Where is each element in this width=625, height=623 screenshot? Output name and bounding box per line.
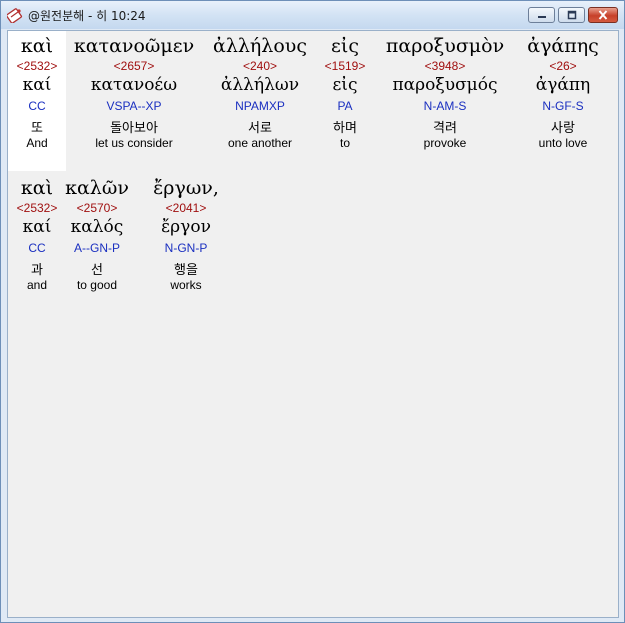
title-bar[interactable]: @원전분해 - 히 10:24 — [1, 1, 624, 29]
parsing-code: N-AM-S — [423, 99, 467, 113]
minimize-button[interactable] — [528, 7, 555, 23]
korean-gloss: 격려 — [433, 121, 457, 136]
english-gloss: provoke — [423, 136, 467, 150]
window-title: @원전분해 - 히 10:24 — [28, 9, 146, 23]
greek-word: κατανοῶμεν — [73, 35, 195, 57]
strong-number[interactable]: <26> — [497, 59, 625, 73]
greek-word: ἔργων, — [153, 177, 219, 199]
close-button[interactable] — [588, 7, 618, 23]
parsing-code: N-GF-S — [542, 99, 584, 113]
maximize-button[interactable] — [558, 7, 585, 23]
strong-number[interactable]: <2657> — [69, 59, 199, 73]
korean-gloss: 사랑 — [551, 121, 575, 136]
strong-number[interactable]: <2041> — [121, 201, 251, 215]
maximize-icon — [567, 10, 576, 20]
analysis-pane: καὶ <2532> καί CC 또 And κατανοῶμεν <2657… — [7, 30, 619, 618]
english-gloss: let us consider — [95, 136, 173, 150]
korean-gloss: 행을 — [174, 263, 198, 278]
korean-gloss: 돌아보아 — [110, 121, 158, 136]
app-icon — [7, 8, 23, 23]
strong-number[interactable]: <3948> — [380, 59, 510, 73]
lemma: ἔργον — [161, 217, 211, 237]
app-window: @원전분해 - 히 10:24 καὶ <2532> καί CC 또 And … — [0, 0, 625, 623]
greek-word: παροξυσμὸν — [385, 35, 505, 57]
lemma: ἀγάπη — [535, 75, 591, 95]
lemma: παροξυσμός — [392, 75, 498, 95]
english-gloss: unto love — [538, 136, 588, 150]
parsing-code: VSPA--XP — [106, 99, 162, 113]
verse-row-1: καὶ <2532> καί CC 또 And κατανοῶμεν <2657… — [8, 31, 620, 171]
lemma: κατανοέω — [90, 75, 178, 95]
close-icon — [598, 10, 608, 20]
parsing-code: N-GN-P — [164, 241, 208, 255]
minimize-icon — [537, 16, 546, 18]
english-gloss: works — [170, 278, 202, 292]
greek-word: ἀγάπης — [527, 35, 599, 57]
verse-row-2: καὶ <2532> καί CC 과 and καλῶν <2570> καλ… — [8, 173, 620, 313]
